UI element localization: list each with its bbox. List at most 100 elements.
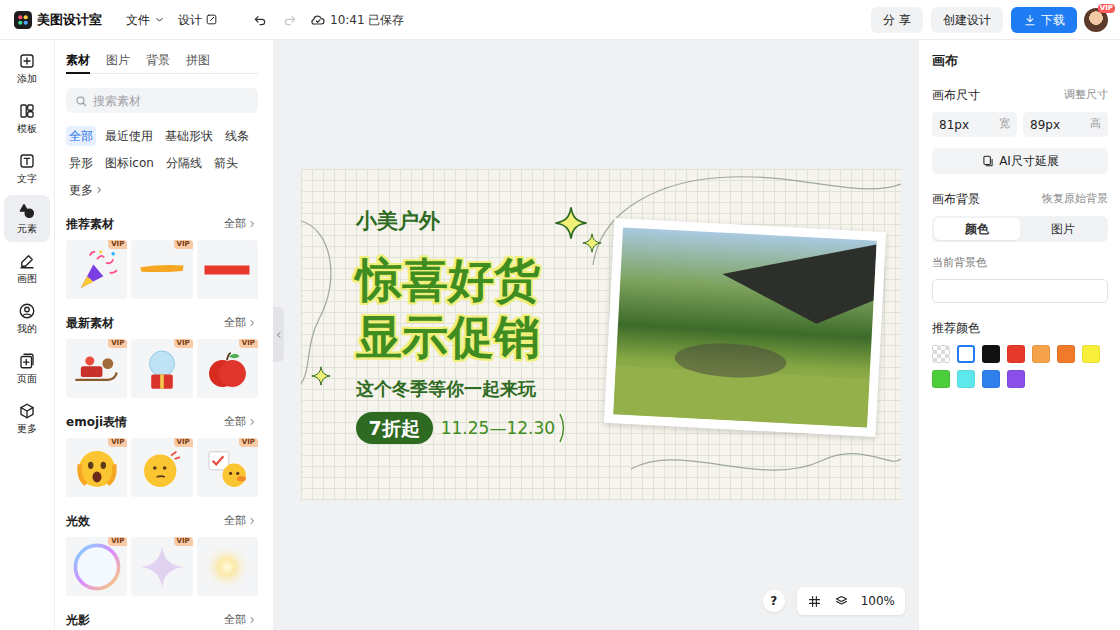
filter-chip[interactable]: 异形: [66, 153, 96, 173]
filter-chip[interactable]: 箭头: [211, 153, 241, 173]
filter-chip[interactable]: 图标icon: [102, 153, 157, 173]
background-tab[interactable]: 图片: [1020, 218, 1106, 240]
asset-thumbnail[interactable]: VIP: [131, 537, 192, 596]
color-swatch[interactable]: [1032, 345, 1050, 363]
draw-icon: [18, 252, 36, 270]
create-design-button[interactable]: 创建设计: [931, 7, 1003, 33]
width-field[interactable]: 81px宽: [932, 112, 1017, 137]
color-swatch[interactable]: [1057, 345, 1075, 363]
asset-thumbnail[interactable]: VIP: [131, 438, 192, 497]
collapse-handle[interactable]: [273, 307, 284, 362]
asset-thumbnail[interactable]: VIP: [131, 240, 192, 299]
color-swatch[interactable]: [1007, 345, 1025, 363]
asset-section: 推荐素材 全部 VIPVIP: [66, 215, 258, 299]
color-swatch[interactable]: [957, 370, 975, 388]
sleigh-icon: [70, 342, 124, 396]
chevron-right-icon: [246, 515, 258, 527]
edit-icon: [205, 13, 218, 26]
profile-icon: [18, 302, 36, 320]
color-swatch[interactable]: [957, 345, 975, 363]
background-tab[interactable]: 颜色: [934, 218, 1020, 240]
restore-link[interactable]: 恢复原始背景: [1042, 191, 1108, 208]
color-swatch[interactable]: [1082, 345, 1100, 363]
more-filter[interactable]: 更多: [66, 180, 108, 200]
sparkle-icon: [582, 233, 602, 253]
asset-thumbnail[interactable]: VIP: [197, 339, 258, 398]
design-menu[interactable]: 设计: [178, 11, 218, 29]
design-headline[interactable]: 惊喜好货显示促销: [356, 252, 901, 366]
design-brand[interactable]: 小美户外: [356, 209, 901, 234]
help-button[interactable]: ?: [763, 590, 785, 612]
search-input[interactable]: [93, 92, 250, 110]
photo[interactable]: [603, 218, 885, 437]
avatar[interactable]: VIP: [1084, 8, 1108, 32]
discount-pill[interactable]: 7折起: [356, 412, 433, 444]
layers-icon[interactable]: [834, 594, 849, 609]
asset-thumbnail[interactable]: VIP: [66, 438, 127, 497]
rail-item[interactable]: 我的: [4, 295, 50, 342]
asset-thumbnail[interactable]: VIP: [197, 438, 258, 497]
rail-item[interactable]: 添加: [4, 45, 50, 92]
globe-icon: [135, 342, 189, 396]
see-all-link[interactable]: 全部: [224, 513, 258, 530]
filter-chip[interactable]: 基础形状: [162, 126, 216, 146]
asset-tab[interactable]: 图片: [106, 52, 130, 74]
filter-chip[interactable]: 线条: [222, 126, 252, 146]
see-all-link[interactable]: 全部: [224, 216, 258, 233]
cloud-icon: [310, 12, 326, 28]
filter-chip[interactable]: 全部: [66, 126, 96, 146]
rail-item[interactable]: 元素: [4, 195, 50, 242]
color-swatch[interactable]: [932, 345, 950, 363]
background-tabs: 颜色图片: [932, 216, 1108, 242]
rail-item[interactable]: 页面: [4, 345, 50, 392]
design-subline[interactable]: 这个冬季等你一起来玩: [356, 378, 901, 400]
share-button[interactable]: 分 享: [871, 7, 923, 33]
asset-thumbnail[interactable]: VIP: [66, 240, 127, 299]
section-title: 推荐素材: [66, 215, 114, 233]
section-title: 光影: [66, 611, 90, 629]
inspector-panel: 画布画布尺寸调整尺寸81px宽89px高AI尺寸延展画布背景恢复原始背景颜色图片…: [918, 40, 1120, 630]
canvas-area: 小美户外惊喜好货显示促销这个冬季等你一起来玩 7折起11.25—12.30? 100…: [273, 40, 918, 630]
asset-thumbnail[interactable]: VIP: [66, 537, 127, 596]
rail-item[interactable]: 文字: [4, 145, 50, 192]
date-range[interactable]: 11.25—12.30: [441, 412, 568, 444]
asset-thumbnail[interactable]: VIP: [131, 339, 192, 398]
color-swatch[interactable]: [982, 345, 1000, 363]
rail-item[interactable]: 模板: [4, 95, 50, 142]
vip-tag: VIP: [239, 438, 258, 447]
view-toolbar: 100%: [797, 587, 905, 615]
chevron-right-icon: [246, 614, 258, 626]
asset-section: 最新素材全部VIPVIPVIP: [66, 314, 258, 398]
asset-tab[interactable]: 素材: [66, 52, 90, 74]
height-field[interactable]: 89px高: [1023, 112, 1108, 137]
vip-tag: VIP: [174, 438, 193, 447]
asset-tab[interactable]: 背景: [146, 52, 170, 74]
asset-thumbnail[interactable]: [197, 537, 258, 596]
grid-icon[interactable]: [807, 594, 822, 609]
ai-extend-button[interactable]: AI尺寸延展: [932, 148, 1108, 174]
asset-thumbnail[interactable]: VIP: [66, 339, 127, 398]
asset-thumbnail[interactable]: [197, 240, 258, 299]
current-bg-field[interactable]: [932, 279, 1108, 303]
undo-button[interactable]: [252, 12, 268, 28]
color-swatch[interactable]: [982, 370, 1000, 388]
see-all-link[interactable]: 全部: [224, 315, 258, 332]
resize-link[interactable]: 调整尺寸: [1064, 87, 1108, 104]
see-all-link[interactable]: 全部: [224, 414, 258, 431]
color-swatch[interactable]: [1007, 370, 1025, 388]
file-menu[interactable]: 文件: [126, 11, 166, 29]
chevron-right-icon: [246, 317, 258, 329]
brush-icon: [135, 243, 189, 297]
color-swatch[interactable]: [932, 370, 950, 388]
rail-item[interactable]: 画图: [4, 245, 50, 292]
design-canvas[interactable]: 小美户外惊喜好货显示促销这个冬季等你一起来玩 7折起11.25—12.30: [301, 169, 901, 501]
filter-chip[interactable]: 最近使用: [102, 126, 156, 146]
filter-chip[interactable]: 分隔线: [163, 153, 205, 173]
zoom-level[interactable]: 100%: [861, 592, 895, 610]
download-button[interactable]: 下载: [1011, 7, 1077, 33]
see-all-link[interactable]: 全部: [224, 612, 258, 629]
brand[interactable]: 美图设计室: [14, 10, 102, 30]
recommend-label: 推荐颜色: [932, 319, 1108, 337]
rail-item[interactable]: 更多: [4, 395, 50, 442]
asset-tab[interactable]: 拼图: [186, 52, 210, 74]
